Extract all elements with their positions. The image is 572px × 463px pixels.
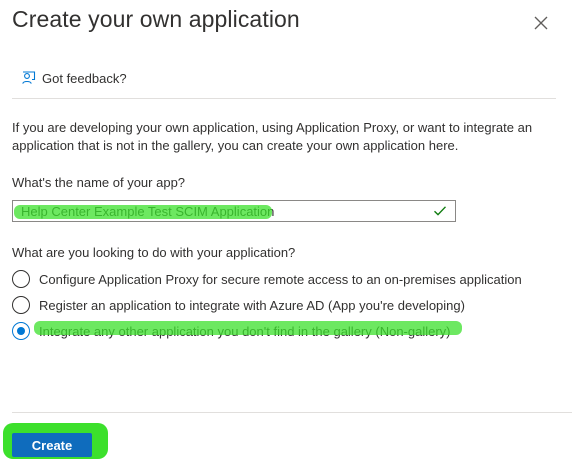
checkmark-icon — [434, 206, 447, 216]
create-button[interactable]: Create — [12, 433, 92, 457]
app-name-field[interactable] — [12, 200, 456, 222]
option-register-app[interactable]: Register an application to integrate wit… — [12, 296, 465, 314]
footer-divider — [12, 412, 572, 413]
close-button[interactable] — [530, 12, 552, 34]
radio-button[interactable] — [12, 270, 30, 288]
app-purpose-label: What are you looking to do with your app… — [12, 245, 296, 260]
divider — [12, 98, 556, 99]
app-name-input[interactable] — [13, 201, 433, 221]
option-non-gallery[interactable]: Integrate any other application you don'… — [12, 322, 451, 340]
intro-text: If you are developing your own applicati… — [12, 120, 533, 153]
app-name-label: What's the name of your app? — [12, 175, 186, 190]
feedback-person-icon — [22, 71, 36, 84]
option-label: Register an application to integrate wit… — [39, 297, 465, 313]
radio-button-selected[interactable] — [12, 322, 30, 340]
radio-button[interactable] — [12, 296, 30, 314]
option-app-proxy[interactable]: Configure Application Proxy for secure r… — [12, 270, 522, 288]
feedback-label: Got feedback? — [42, 70, 127, 86]
create-application-panel: Create your own application Got feedback… — [0, 0, 572, 463]
option-label: Configure Application Proxy for secure r… — [39, 271, 522, 287]
page-title: Create your own application — [12, 6, 300, 32]
feedback-link[interactable]: Got feedback? — [20, 70, 127, 86]
close-icon[interactable] — [530, 12, 552, 34]
option-label: Integrate any other application you don'… — [39, 323, 451, 339]
